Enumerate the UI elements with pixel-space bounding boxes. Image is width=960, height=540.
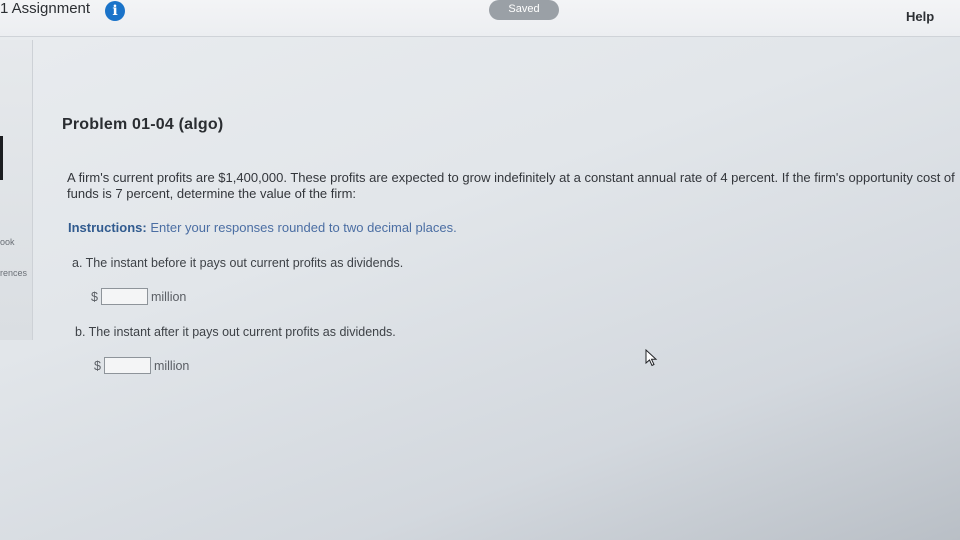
answer-input-a[interactable]: [100, 288, 148, 305]
sidebar-active-marker: [0, 136, 3, 180]
instructions: Instructions: Enter your responses round…: [68, 220, 457, 235]
question-a: a. The instant before it pays out curren…: [72, 256, 404, 270]
assignment-title: 1 Assignment: [0, 0, 91, 17]
question-b: b. The instant after it pays out current…: [75, 325, 396, 339]
mouse-pointer-icon: [645, 349, 658, 367]
info-icon[interactable]: i: [105, 1, 125, 21]
help-link[interactable]: Help: [906, 9, 934, 24]
problem-title: Problem 01-04 (algo): [62, 116, 224, 133]
top-bar: 1 Assignment i Saved Help: [0, 0, 960, 37]
currency-symbol: $: [91, 289, 98, 304]
answer-row-b: $ million: [94, 357, 189, 374]
sidebar-item-ebook[interactable]: ook: [0, 237, 15, 247]
instructions-text: Enter your responses rounded to two deci…: [146, 220, 457, 235]
answer-row-a: $ million: [91, 288, 186, 305]
answer-input-b[interactable]: [103, 357, 151, 374]
left-sidebar: ook rences: [0, 40, 33, 340]
unit-label: million: [153, 358, 190, 373]
currency-symbol: $: [94, 358, 101, 373]
sidebar-item-references[interactable]: rences: [0, 268, 27, 278]
unit-label: million: [150, 289, 187, 304]
problem-statement: A firm's current profits are $1,400,000.…: [67, 170, 955, 201]
instructions-label: Instructions:: [68, 220, 147, 235]
saved-status-badge: Saved: [489, 0, 559, 20]
